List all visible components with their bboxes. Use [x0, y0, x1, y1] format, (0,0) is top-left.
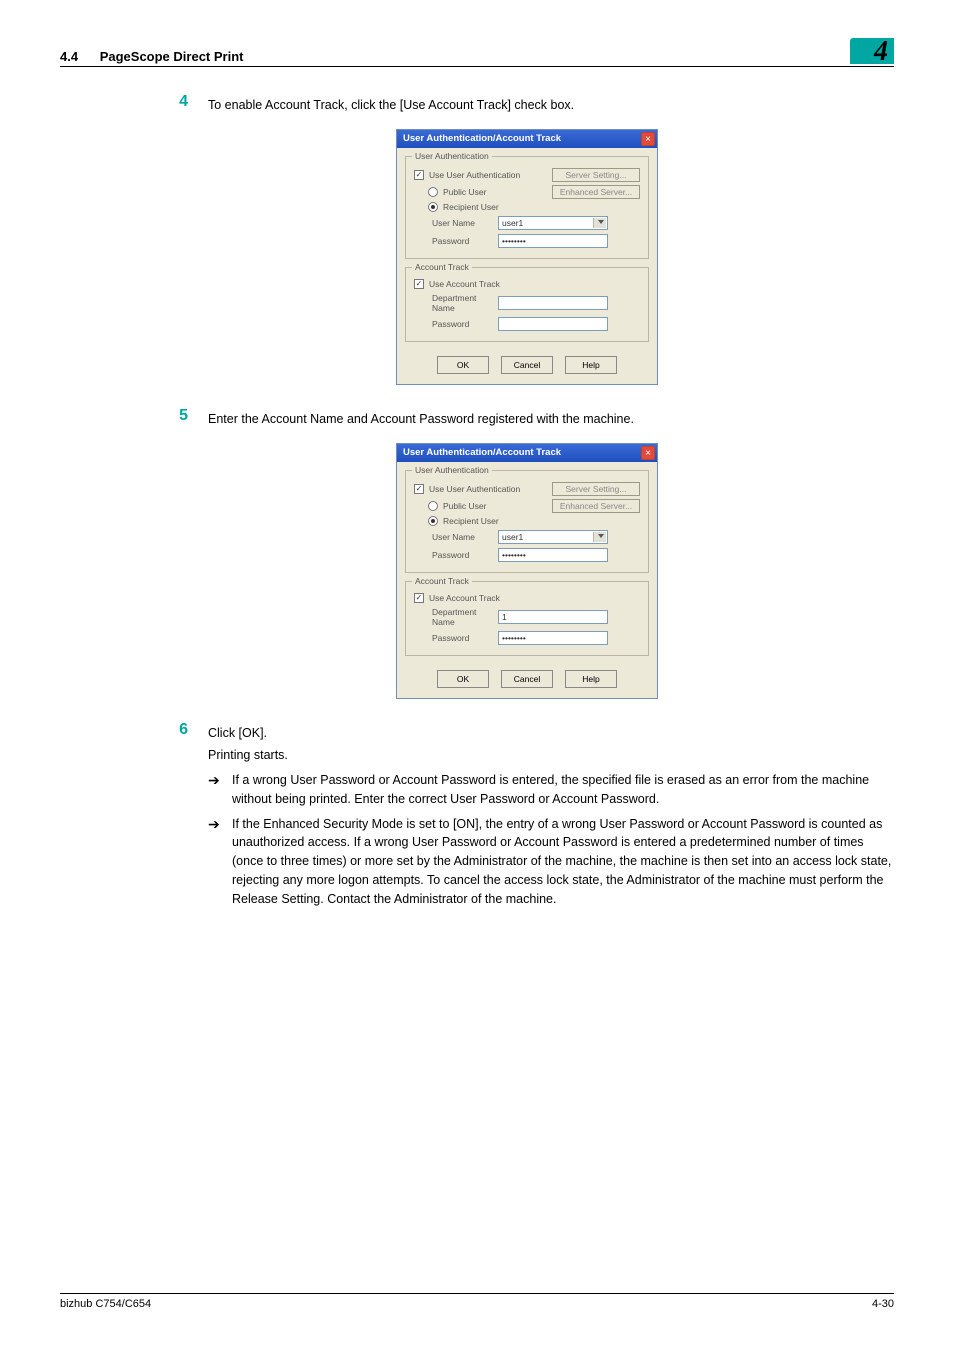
- use-user-auth-label: Use User Authentication: [429, 170, 520, 180]
- dialog-title: User Authentication/Account Track: [403, 447, 561, 458]
- step-4: 4 To enable Account Track, click the [Us…: [160, 93, 894, 115]
- account-password-label: Password: [432, 633, 498, 643]
- auth-dialog-1: User Authentication/Account Track × User…: [396, 129, 658, 385]
- dialog-titlebar: User Authentication/Account Track ×: [397, 444, 657, 462]
- enhanced-server-button[interactable]: Enhanced Server...: [552, 499, 640, 513]
- password-value: ••••••••: [502, 236, 526, 246]
- use-account-track-checkbox[interactable]: [414, 279, 424, 289]
- step-6: 6 Click [OK].: [160, 721, 894, 743]
- step-number: 5: [160, 407, 188, 429]
- arrow-icon: ➔: [208, 815, 224, 909]
- group-legend: User Authentication: [412, 465, 492, 475]
- step-6-details: Printing starts. ➔ If a wrong User Passw…: [160, 746, 894, 908]
- public-user-radio[interactable]: [428, 501, 438, 511]
- department-name-value: 1: [502, 612, 507, 622]
- section-heading: 4.4 PageScope Direct Print: [60, 49, 243, 64]
- username-label: User Name: [432, 532, 498, 542]
- bullet-text: If the Enhanced Security Mode is set to …: [232, 815, 894, 909]
- cancel-button[interactable]: Cancel: [501, 670, 553, 688]
- use-user-auth-label: Use User Authentication: [429, 484, 520, 494]
- close-icon[interactable]: ×: [641, 132, 655, 146]
- username-value: user1: [502, 218, 523, 228]
- use-account-track-label: Use Account Track: [429, 593, 500, 603]
- server-setting-button[interactable]: Server Setting...: [552, 168, 640, 182]
- enhanced-server-button[interactable]: Enhanced Server...: [552, 185, 640, 199]
- footer-right: 4-30: [872, 1298, 894, 1310]
- ok-button[interactable]: OK: [437, 670, 489, 688]
- step-text: Click [OK].: [208, 721, 894, 743]
- step-number: 6: [160, 721, 188, 743]
- account-password-label: Password: [432, 319, 498, 329]
- bullet-text: If a wrong User Password or Account Pass…: [232, 771, 894, 809]
- use-account-track-checkbox[interactable]: [414, 593, 424, 603]
- group-legend: User Authentication: [412, 151, 492, 161]
- recipient-user-label: Recipient User: [443, 516, 499, 526]
- recipient-user-radio[interactable]: [428, 202, 438, 212]
- password-label: Password: [432, 550, 498, 560]
- public-user-radio[interactable]: [428, 187, 438, 197]
- username-input[interactable]: user1: [498, 216, 608, 230]
- arrow-icon: ➔: [208, 771, 224, 809]
- close-icon[interactable]: ×: [641, 446, 655, 460]
- username-input[interactable]: user1: [498, 530, 608, 544]
- user-auth-group: User Authentication Use User Authenticat…: [405, 470, 649, 573]
- chevron-down-icon: [598, 220, 604, 224]
- section-title: PageScope Direct Print: [100, 49, 244, 64]
- step-text: Enter the Account Name and Account Passw…: [208, 407, 894, 429]
- password-input[interactable]: ••••••••: [498, 234, 608, 248]
- step-text: To enable Account Track, click the [Use …: [208, 93, 894, 115]
- password-label: Password: [432, 236, 498, 246]
- use-user-auth-checkbox[interactable]: [414, 484, 424, 494]
- ok-button[interactable]: OK: [437, 356, 489, 374]
- help-button[interactable]: Help: [565, 670, 617, 688]
- password-value: ••••••••: [502, 550, 526, 560]
- user-auth-group: User Authentication Use User Authenticat…: [405, 156, 649, 259]
- account-track-group: Account Track Use Account Track Departme…: [405, 581, 649, 656]
- public-user-label: Public User: [443, 187, 486, 197]
- password-input[interactable]: ••••••••: [498, 548, 608, 562]
- chapter-tab: 4: [850, 34, 894, 64]
- step-number: 4: [160, 93, 188, 115]
- department-name-label: Department Name: [432, 607, 498, 627]
- department-name-input[interactable]: 1: [498, 610, 608, 624]
- account-track-group: Account Track Use Account Track Departme…: [405, 267, 649, 342]
- footer-divider: [60, 1293, 894, 1294]
- use-account-track-label: Use Account Track: [429, 279, 500, 289]
- account-password-input[interactable]: ••••••••: [498, 631, 608, 645]
- department-name-input[interactable]: [498, 296, 608, 310]
- username-value: user1: [502, 532, 523, 542]
- auth-dialog-2: User Authentication/Account Track × User…: [396, 443, 658, 699]
- group-legend: Account Track: [412, 576, 472, 586]
- cancel-button[interactable]: Cancel: [501, 356, 553, 374]
- department-name-label: Department Name: [432, 293, 498, 313]
- help-button[interactable]: Help: [565, 356, 617, 374]
- step-6-line2: Printing starts.: [208, 746, 894, 765]
- chevron-down-icon: [598, 534, 604, 538]
- use-user-auth-checkbox[interactable]: [414, 170, 424, 180]
- server-setting-button[interactable]: Server Setting...: [552, 482, 640, 496]
- username-label: User Name: [432, 218, 498, 228]
- footer-left: bizhub C754/C654: [60, 1298, 151, 1310]
- group-legend: Account Track: [412, 262, 472, 272]
- account-password-input[interactable]: [498, 317, 608, 331]
- dialog-titlebar: User Authentication/Account Track ×: [397, 130, 657, 148]
- recipient-user-radio[interactable]: [428, 516, 438, 526]
- dialog-title: User Authentication/Account Track: [403, 133, 561, 144]
- account-password-value: ••••••••: [502, 633, 526, 643]
- step-5: 5 Enter the Account Name and Account Pas…: [160, 407, 894, 429]
- recipient-user-label: Recipient User: [443, 202, 499, 212]
- chapter-number: 4: [874, 36, 888, 68]
- section-number: 4.4: [60, 49, 78, 64]
- public-user-label: Public User: [443, 501, 486, 511]
